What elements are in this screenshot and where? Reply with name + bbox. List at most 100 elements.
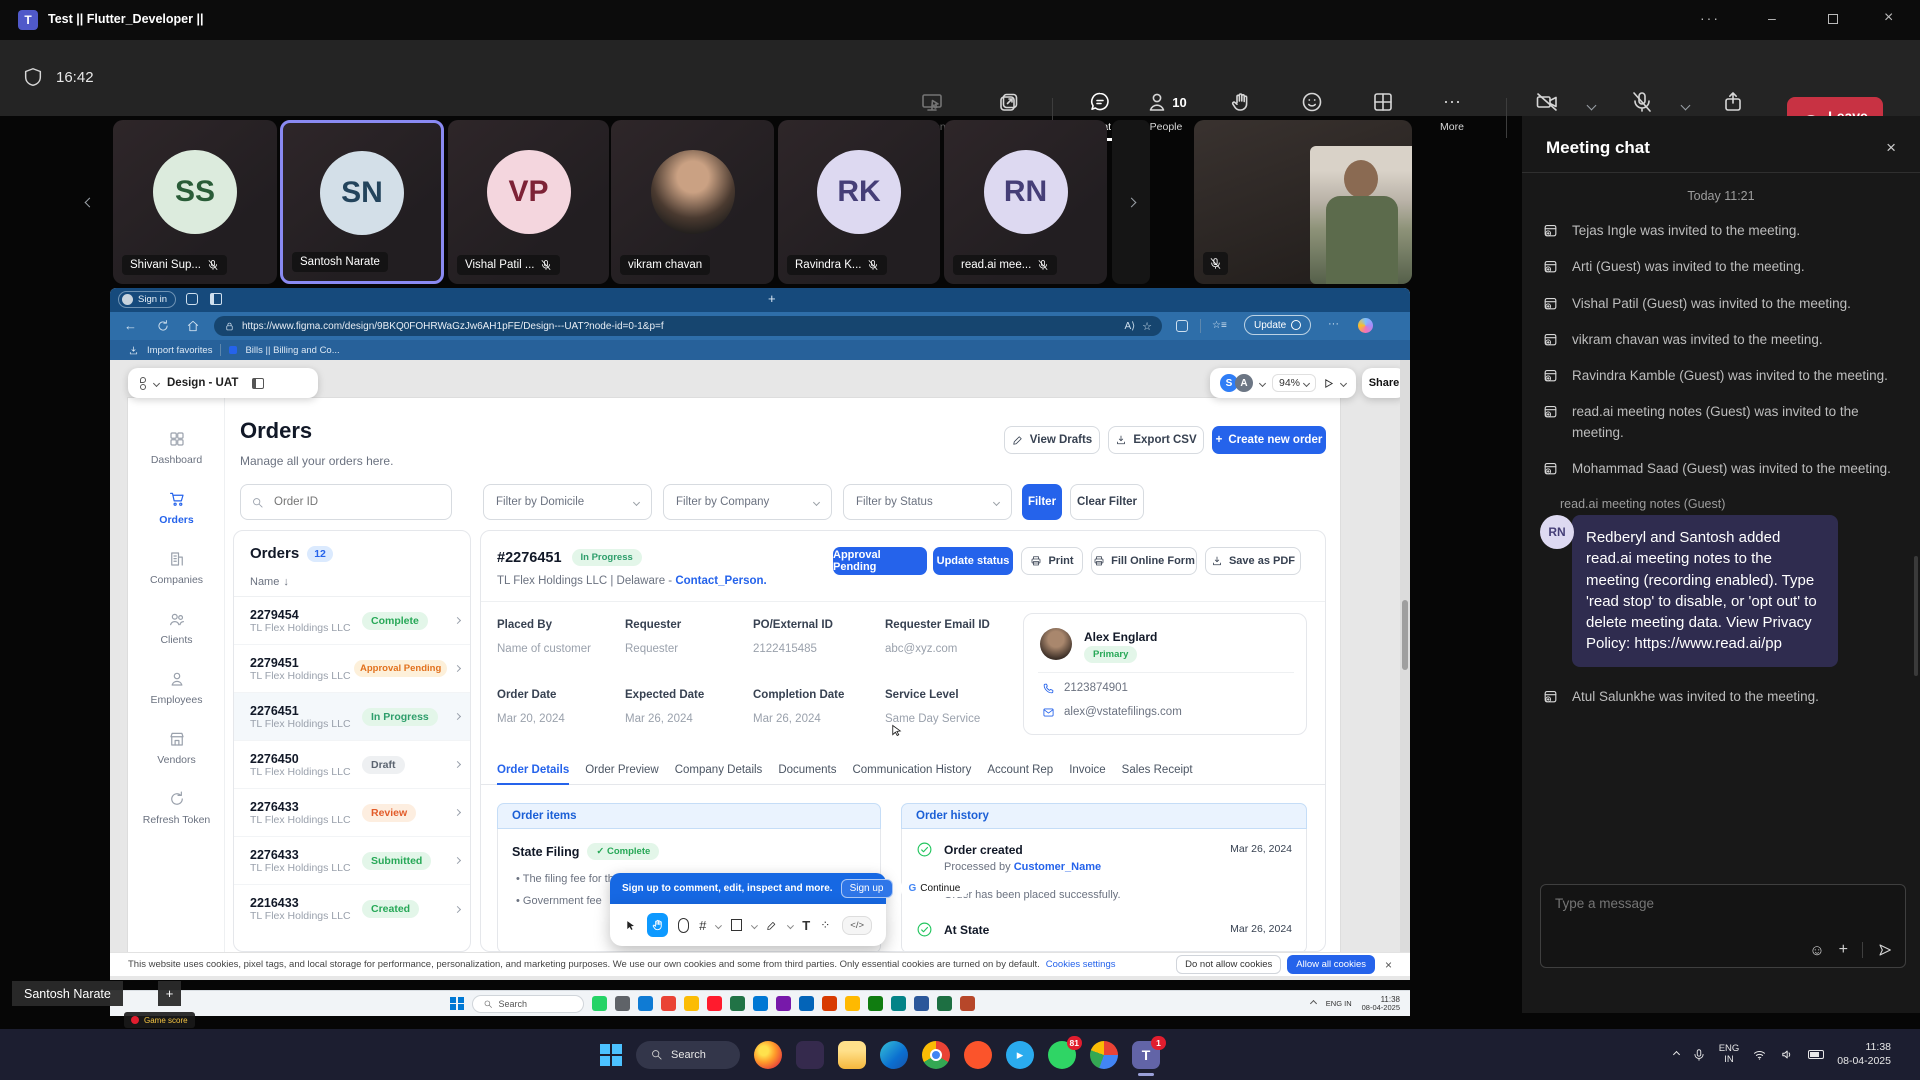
chat-compose-box[interactable]: ☺ + xyxy=(1540,884,1906,968)
shared-date[interactable]: 08-04-2025 xyxy=(1362,1004,1400,1013)
emoji-button[interactable]: ☺ xyxy=(1809,942,1824,959)
opera-icon[interactable] xyxy=(707,996,722,1011)
order-row-selected[interactable]: 2276451TL Flex Holdings LLC In Progress xyxy=(234,693,470,741)
chat-message-input[interactable] xyxy=(1553,895,1883,912)
tab-invoice[interactable]: Invoice xyxy=(1069,764,1105,776)
edge-icon[interactable] xyxy=(638,996,653,1011)
dev-mode-toggle[interactable]: </> xyxy=(842,916,872,935)
clear-filter-button[interactable]: Clear Filter xyxy=(1070,484,1144,520)
contact-person-link[interactable]: Contact_Person. xyxy=(675,575,766,587)
power-apps-icon[interactable] xyxy=(845,996,860,1011)
tray-mic-icon[interactable] xyxy=(1692,1048,1706,1062)
rectangle-tool-icon[interactable] xyxy=(731,919,742,931)
video-tile-large[interactable] xyxy=(1194,120,1412,284)
cookies-settings-link[interactable]: Cookies settings xyxy=(1046,959,1116,970)
order-row[interactable]: 2279454TL Flex Holdings LLC Complete xyxy=(234,597,470,645)
window-more-button[interactable]: ··· xyxy=(1700,10,1720,26)
shape-tool-icon[interactable] xyxy=(678,918,689,933)
favorite-bills[interactable]: Bills || Billing and Co... xyxy=(245,345,339,356)
customer-name-link[interactable]: Customer_Name xyxy=(1014,861,1101,873)
whatsapp-icon[interactable] xyxy=(592,996,607,1011)
video-tile-ravindra[interactable]: RK Ravindra K... xyxy=(778,120,940,284)
send-message-icon[interactable] xyxy=(1877,942,1893,958)
attach-plus-button[interactable]: + xyxy=(1839,941,1848,959)
create-new-order-button[interactable]: + Create new order xyxy=(1212,426,1326,454)
update-button[interactable]: Update xyxy=(1244,315,1311,335)
print-button[interactable]: Print xyxy=(1021,547,1083,575)
chrome-icon[interactable] xyxy=(922,1041,950,1069)
language-indicator[interactable]: ENG IN xyxy=(1719,1044,1740,1065)
firefox-icon[interactable] xyxy=(754,1041,782,1069)
browser-scrollbar[interactable] xyxy=(1400,360,1410,952)
chat-close-icon[interactable]: × xyxy=(1886,138,1896,158)
zoom-level-dropdown[interactable]: 94% xyxy=(1272,374,1316,392)
excel-icon[interactable] xyxy=(730,996,745,1011)
teams-classic-icon[interactable] xyxy=(776,996,791,1011)
components-tool-icon[interactable]: ⁘ xyxy=(820,918,830,932)
sidebar-item-dashboard[interactable]: Dashboard xyxy=(128,430,225,466)
filter-company-dropdown[interactable]: Filter by Company xyxy=(663,484,832,520)
sidebar-item-orders[interactable]: Orders xyxy=(128,490,225,526)
browser-profile-icon[interactable] xyxy=(1090,1041,1118,1069)
office-icon[interactable] xyxy=(822,996,837,1011)
extensions-icon[interactable] xyxy=(1176,320,1188,332)
favorite-star-icon[interactable]: ☆ xyxy=(1142,320,1152,333)
pen-tool-icon[interactable] xyxy=(766,919,777,932)
contact-phone[interactable]: 2123874901 xyxy=(1064,682,1128,694)
video-tile-santosh[interactable]: SN Santosh Narate xyxy=(280,120,444,284)
home-icon[interactable] xyxy=(186,319,200,333)
shared-search-box[interactable]: Search xyxy=(472,995,584,1013)
order-row[interactable]: 2216433TL Flex Holdings LLC Created xyxy=(234,885,470,933)
wifi-icon[interactable] xyxy=(1752,1047,1767,1062)
mic-options-chevron-icon[interactable] xyxy=(1681,101,1691,111)
refresh-icon[interactable] xyxy=(156,319,170,333)
video-tile-shivani[interactable]: SS Shivani Sup... xyxy=(113,120,277,284)
vertical-tabs-icon[interactable] xyxy=(210,293,222,305)
sidebar-item-refresh-token[interactable]: Refresh Token xyxy=(128,790,225,826)
filter-button[interactable]: Filter xyxy=(1022,484,1062,520)
order-row[interactable]: 2276450TL Flex Holdings LLC Draft xyxy=(234,741,470,789)
order-row[interactable]: 2279451TL Flex Holdings LLC Approval Pen… xyxy=(234,645,470,693)
tiles-next-button[interactable] xyxy=(1112,120,1150,284)
frame-tool-icon[interactable]: # xyxy=(699,918,706,933)
tab-company-details[interactable]: Company Details xyxy=(675,764,763,776)
allow-cookies-button[interactable]: Allow all cookies xyxy=(1287,955,1375,974)
browser-signin-button[interactable]: Sign in xyxy=(118,291,176,308)
hand-tool-icon[interactable] xyxy=(647,913,668,937)
favorite-import[interactable]: Import favorites xyxy=(147,345,212,356)
export-csv-button[interactable]: Export CSV xyxy=(1108,426,1204,454)
move-tool-icon[interactable] xyxy=(624,918,637,933)
start-button[interactable] xyxy=(600,1044,622,1066)
sidebar-item-vendors[interactable]: Vendors xyxy=(128,730,225,766)
order-id-input[interactable] xyxy=(272,495,432,509)
figma-logo-icon[interactable] xyxy=(140,377,146,390)
workspaces-icon[interactable] xyxy=(186,293,198,305)
clock-date[interactable]: 11:38 08-04-2025 xyxy=(1837,1041,1891,1067)
video-tile-vikram[interactable]: vikram chavan xyxy=(611,120,774,284)
chat-message-bubble[interactable]: Redberyl and Santosh added read.ai meeti… xyxy=(1572,515,1838,667)
chrome-icon[interactable] xyxy=(661,996,676,1011)
google-continue-button[interactable]: G Continue xyxy=(901,880,969,897)
filter-domicile-dropdown[interactable]: Filter by Domicile xyxy=(483,484,652,520)
sidebar-item-clients[interactable]: Clients xyxy=(128,610,225,646)
update-status-button[interactable]: Update status xyxy=(933,547,1013,575)
figma-doc-title[interactable]: Design - UAT xyxy=(167,377,238,389)
tray-chevron-icon[interactable] xyxy=(1673,1051,1680,1058)
browser-more-icon[interactable]: ··· xyxy=(1328,318,1339,330)
xbox-icon[interactable] xyxy=(868,996,883,1011)
tab-communication-history[interactable]: Communication History xyxy=(852,764,971,776)
brave-icon[interactable] xyxy=(964,1041,992,1069)
name-column-header[interactable]: Name xyxy=(250,576,279,588)
view-drafts-button[interactable]: View Drafts xyxy=(1004,426,1100,454)
tab-documents[interactable]: Documents xyxy=(778,764,836,776)
telegram-icon[interactable]: ▸ xyxy=(1006,1041,1034,1069)
edge-icon[interactable] xyxy=(880,1041,908,1069)
collaborator-avatar[interactable]: A xyxy=(1235,374,1253,392)
teams-icon[interactable]: T 1 xyxy=(1132,1041,1160,1069)
excel2-icon[interactable] xyxy=(937,996,952,1011)
word-icon[interactable] xyxy=(914,996,929,1011)
video-tile-vishal[interactable]: VP Vishal Patil ... xyxy=(448,120,609,284)
cookie-close-icon[interactable]: × xyxy=(1385,958,1392,972)
photos-icon[interactable] xyxy=(615,996,630,1011)
onedrive-icon[interactable] xyxy=(799,996,814,1011)
